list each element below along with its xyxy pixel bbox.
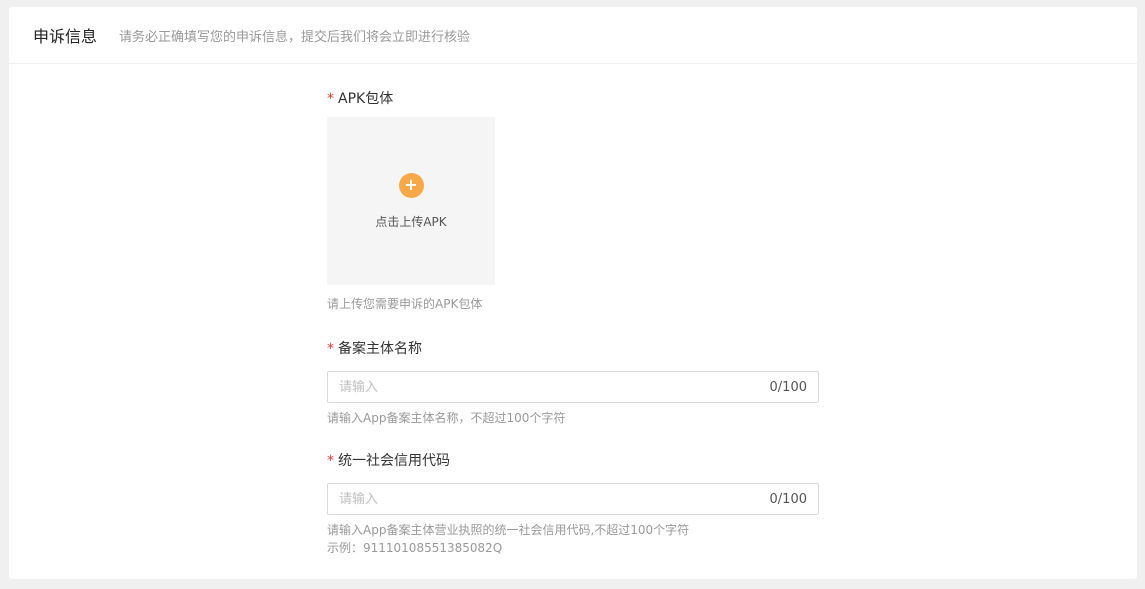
appeal-form: * APK包体 + 点击上传APK 请上传您需要申诉的APK包体 * 备案主体名称 … xyxy=(327,89,819,557)
credit-code-counter: 0/100 xyxy=(769,491,807,507)
page-title: 申诉信息 xyxy=(33,27,98,46)
required-mark: * xyxy=(327,91,334,107)
plus-icon: + xyxy=(398,172,424,198)
entity-name-counter: 0/100 xyxy=(769,379,807,395)
credit-code-hint: 请输入App备案主体营业执照的统一社会信用代码,不超过100个字符 xyxy=(327,523,690,537)
credit-code-example: 示例：91110108551385082Q xyxy=(327,541,503,555)
credit-code-label: * 统一社会信用代码 xyxy=(327,451,819,471)
required-mark: * xyxy=(327,341,334,357)
appeal-card: 申诉信息 请务必正确填写您的申诉信息，提交后我们将会立即进行核验 * APK包体 … xyxy=(9,7,1137,579)
entity-name-label-text: 备案主体名称 xyxy=(338,341,422,357)
entity-name-input-wrapper[interactable]: 0/100 xyxy=(327,371,819,403)
apk-label-text: APK包体 xyxy=(338,91,394,107)
required-mark: * xyxy=(327,453,334,469)
credit-code-label-text: 统一社会信用代码 xyxy=(338,453,450,469)
card-header: 申诉信息 请务必正确填写您的申诉信息，提交后我们将会立即进行核验 xyxy=(9,7,1137,64)
upload-text: 点击上传APK xyxy=(375,214,447,229)
credit-code-input[interactable] xyxy=(339,491,770,507)
apk-field: * APK包体 + 点击上传APK 请上传您需要申诉的APK包体 xyxy=(327,89,819,313)
credit-code-field: *统一社会信用代码 0/100 请输入App备案主体营业执照的统一社会信用代码,… xyxy=(327,451,819,557)
apk-upload-button[interactable]: + 点击上传APK xyxy=(327,117,495,285)
page-subtitle: 请务必正确填写您的申诉信息，提交后我们将会立即进行核验 xyxy=(119,29,471,45)
entity-name-hint: 请输入App备案主体名称，不超过100个字符 xyxy=(327,411,566,425)
apk-label: * APK包体 xyxy=(327,89,819,109)
entity-name-label: * 备案主体名称 xyxy=(327,339,819,359)
apk-hint: 请上传您需要申诉的APK包体 xyxy=(327,297,483,311)
entity-name-input[interactable] xyxy=(339,379,770,395)
credit-code-input-wrapper[interactable]: 0/100 xyxy=(327,483,819,515)
entity-name-field: *备案主体名称 0/100 请输入App备案主体名称，不超过100个字符 xyxy=(327,339,819,427)
